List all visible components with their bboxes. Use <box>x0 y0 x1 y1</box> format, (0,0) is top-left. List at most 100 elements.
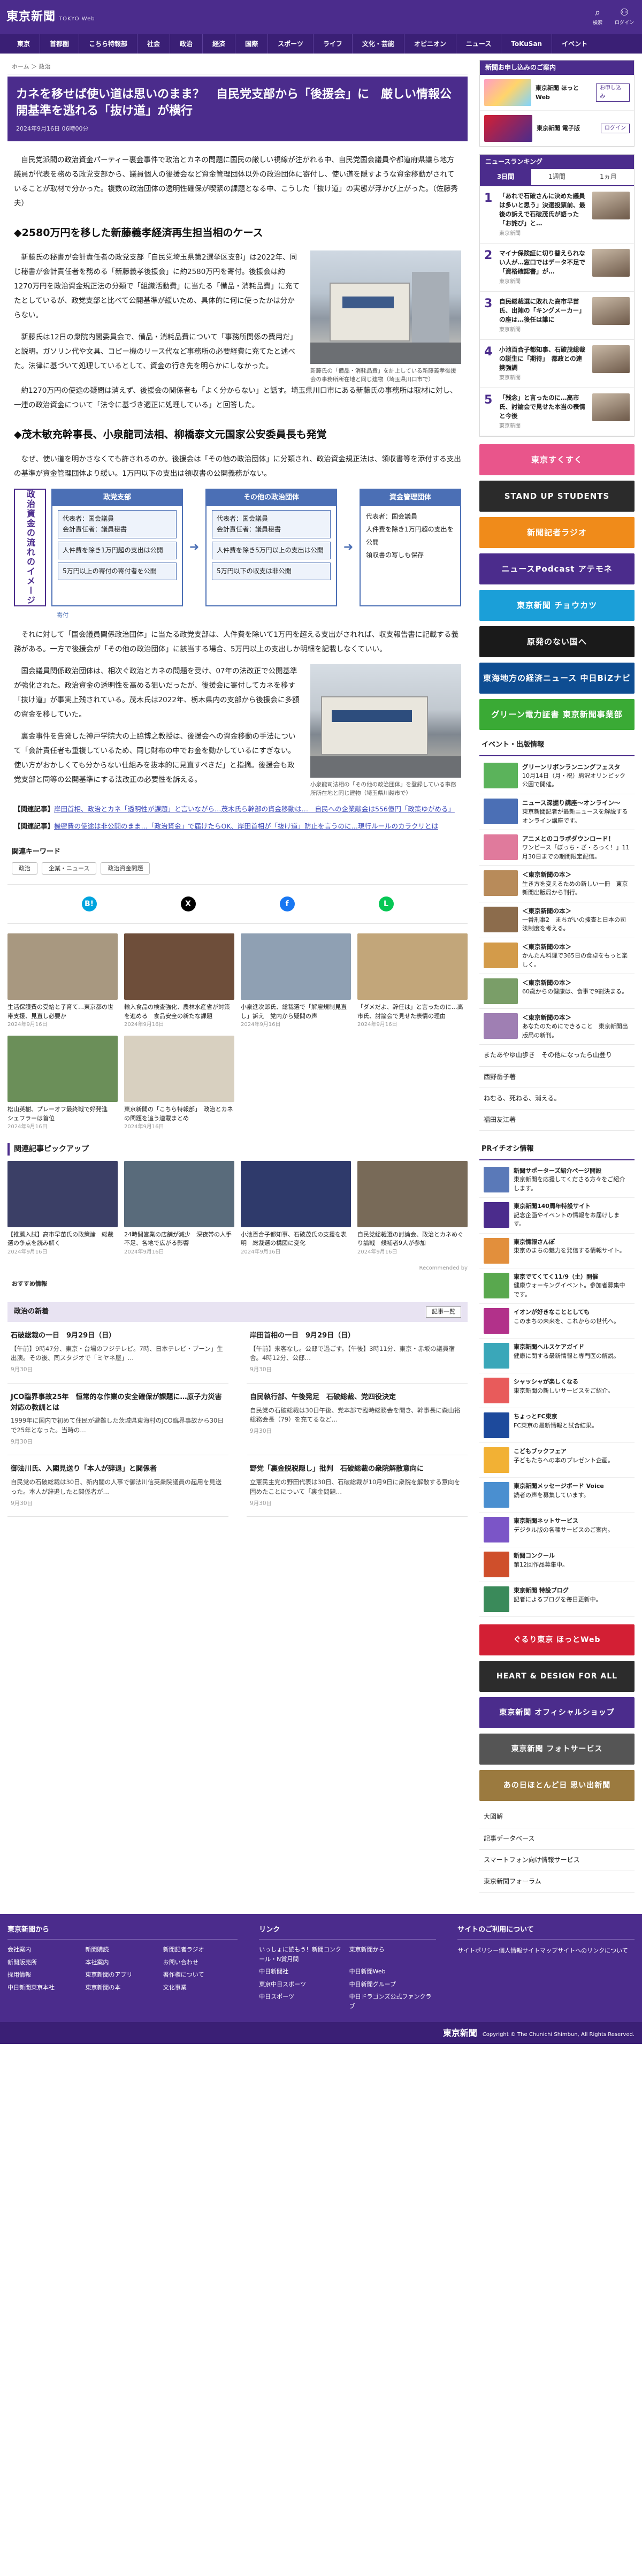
news-headline[interactable]: 自民執行部、午後発足 石破総裁、党四役決定 <box>250 1392 464 1403</box>
news-item[interactable]: 自民執行部、午後発足 石破総裁、党四役決定 自民党の石破総裁は30日午後、党本部で… <box>247 1384 468 1456</box>
rank-title[interactable]: マイナ保険証に切り替えられない人が…窓口ではデータ不足で「資格確認書」が… 東京新… <box>499 249 588 286</box>
facebook-share-icon[interactable]: f <box>279 896 295 912</box>
pr-item[interactable]: 東京新聞 特設ブログ 記者によるブログを毎日更新中。 <box>479 1582 635 1617</box>
footer-link[interactable]: 東京新聞の本 <box>85 1983 159 1993</box>
nav-item[interactable]: イベント <box>552 34 597 54</box>
ranking-item[interactable]: 2 マイナ保険証に切り替えられない人が…窓口ではデータ不足で「資格確認書」が… 東京… <box>480 244 634 292</box>
news-card[interactable]: 松山英樹、プレーオフ最終戦で好発進 シェフラーは首位 2024年9月16日 <box>7 1036 118 1131</box>
pr-item[interactable]: 東京新聞140周年特設サイト 記念企画やイベントの情報をお届けします。 <box>479 1198 635 1234</box>
nav-item[interactable]: 首都圏 <box>40 34 80 54</box>
sidebar-banner[interactable]: 東京新聞 チョウカツ <box>479 589 635 621</box>
event-title[interactable]: アニメとのコラボダウンロード！ <box>522 834 630 844</box>
event-title[interactable]: ＜東京新聞の本＞ <box>522 943 630 952</box>
news-headline[interactable]: JCO臨界事故25年 恒常的な作業の安全確保が課題に…原子力災害対応の教訓とは <box>11 1392 225 1413</box>
event-title[interactable]: ＜東京新聞の本＞ <box>522 978 628 987</box>
news-card[interactable]: 小泉進次郎氏、総裁選で「解雇規制見直し」訴え 党内から疑問の声 2024年9月16… <box>241 933 351 1029</box>
sidebar-banner[interactable]: 東京すくすく <box>479 444 635 475</box>
rank-title[interactable]: 「あれで石破さんに決めた議員は多いと思う」決選投票前、最後の訴えで石破茂氏が語っ… <box>499 192 588 238</box>
news-card[interactable]: 生活保護費の受給と子育て…東京都の世帯支援、見直し必要か 2024年9月16日 <box>7 933 118 1029</box>
pr-item[interactable]: 東京新聞ヘルスケアガイド 健康に関する最新情報と専門医の解説。 <box>479 1339 635 1374</box>
sidebar-banner[interactable]: グリーン電力証書 東京新聞事業部 <box>479 698 635 730</box>
login-button[interactable]: ログイン <box>601 124 630 134</box>
news-card[interactable]: 24時間営業の店舗が減少 深夜帯の人手不足、各地で広がる影響 2024年9月16日 <box>124 1160 234 1257</box>
footer-link[interactable]: 会社案内 <box>7 1945 82 1955</box>
news-card[interactable]: 自民党総裁選の討論会、政治とカネめぐり論戦 候補者9人が参加 2024年9月16日 <box>357 1160 468 1257</box>
footer-link[interactable]: いっしょに読もう！新聞コンクール・N賞月間 <box>259 1945 346 1964</box>
pr-item[interactable]: 新聞サポーターズ紹介ページ開設 東京新聞を応援してくださる方々をご紹介します。 <box>479 1162 635 1198</box>
related-article-link[interactable]: 機密費の使途は非公開のまま…「政治資金」で届けたらOK、岸田首相が「抜け道」防止… <box>54 822 438 830</box>
event-item[interactable]: ＜東京新聞の本＞ 60歳からの健康は、食事で9割決まる。 <box>479 974 635 1009</box>
x-share-icon[interactable]: X <box>180 896 196 912</box>
nav-item[interactable]: 政治 <box>170 34 203 54</box>
promo-banner[interactable]: HEART & DESIGN FOR ALL <box>479 1661 635 1692</box>
ranking-item[interactable]: 4 小池百合子都知事、石破茂総裁の誕生に「期待」 都政との連携強調 東京新聞 <box>480 340 634 388</box>
footer-link[interactable]: サイトへのリンクについて <box>557 1947 628 1954</box>
news-card[interactable]: 「ダメだよ、辞任は」と言ったのに…高市氏、討論会で見せた表情の理由 2024年9月… <box>357 933 468 1029</box>
event-item[interactable]: ＜東京新聞の本＞ あなたのためにできること 東京新聞出版局の新刊。 <box>479 1009 635 1045</box>
news-item[interactable]: JCO臨界事故25年 恒常的な作業の安全確保が課題に…原子力災害対応の教訓とは 1… <box>7 1384 228 1456</box>
footer-link[interactable]: 中日新聞東京本社 <box>7 1983 82 1993</box>
pr-title[interactable]: 新聞コンクール <box>514 1552 568 1561</box>
pr-title[interactable]: こどもブックフェア <box>514 1447 614 1456</box>
pr-title[interactable]: ちょっとFC東京 <box>514 1412 598 1422</box>
news-headline[interactable]: 石破総裁の一日 9月29日（日） <box>11 1331 225 1341</box>
keyword-tag[interactable]: 政治資金問題 <box>101 862 150 875</box>
nav-item[interactable]: オピニオン <box>404 34 456 54</box>
event-title[interactable]: ニュース深掘り講座〜オンライン〜 <box>522 799 630 808</box>
news-card[interactable]: 東京新聞の「こちら特報部」 政治とカネの問題を追う連載まとめ 2024年9月16日 <box>124 1036 234 1131</box>
promo-banner[interactable]: 東京新聞 フォトサービス <box>479 1734 635 1765</box>
footer-link[interactable]: 文化事業 <box>163 1983 238 1993</box>
news-headline[interactable]: 野党「裏金脱税隠し」批判 石破総裁の衆院解散意向に <box>250 1464 464 1475</box>
news-card[interactable]: 【推薦入試】高市早苗氏の政策論 総裁選の争点を読み解く 2024年9月16日 <box>7 1160 118 1257</box>
footer-link[interactable]: 東京中日スポーツ <box>259 1980 346 1989</box>
pr-item[interactable]: 東京情報さんぽ 東京のまちの魅力を発信する情報サイト。 <box>479 1234 635 1268</box>
footer-link[interactable]: 中日ドラゴンズ公式ファンクラブ <box>349 1992 436 2011</box>
event-title[interactable]: ＜東京新聞の本＞ <box>522 870 630 879</box>
news-item[interactable]: 岸田首相の一日 9月29日（日） 【午前】来客なし。公邸で過ごす。【午後】3時11… <box>247 1322 468 1384</box>
tab-3days[interactable]: 3日間 <box>480 169 531 185</box>
nav-item[interactable]: ToKuSan <box>501 34 553 54</box>
event-item[interactable]: ニュース深掘り講座〜オンライン〜 東京新聞記者が最新ニュースを解説するオンライン講… <box>479 794 635 831</box>
login-icon[interactable]: ⚇ ログイン <box>614 6 635 28</box>
pr-title[interactable]: 東京新聞140周年特設サイト <box>514 1202 630 1211</box>
nav-item[interactable]: ニュース <box>456 34 502 54</box>
related-article-link[interactable]: 岸田首相、政治とカネ「透明性が課題」と言いながら…茂木氏ら幹部の資金移動は… 自… <box>54 805 455 813</box>
nav-item[interactable]: ライフ <box>314 34 353 54</box>
subscribe-button[interactable]: お申し込み <box>596 83 630 102</box>
pr-title[interactable]: 東京新聞ネットサービス <box>514 1517 614 1526</box>
accordion-item[interactable]: またあやゆ山歩き その他になったら山登り <box>479 1045 635 1067</box>
nav-item[interactable]: 社会 <box>137 34 171 54</box>
rank-title[interactable]: 小池百合子都知事、石破茂総裁の誕生に「期待」 都政との連携強調 東京新聞 <box>499 345 588 382</box>
event-title[interactable]: ＜東京新聞の本＞ <box>522 1013 630 1022</box>
nav-item[interactable]: スポーツ <box>268 34 314 54</box>
news-card[interactable]: 小池百合子都知事、石破茂氏の支援を表明 総裁選の構図に変化 2024年9月16日 <box>241 1160 351 1257</box>
event-item[interactable]: ＜東京新聞の本＞ 一番刑事2 まちがいの捜査と日本の司法制度を考える。 <box>479 902 635 938</box>
nav-item[interactable]: 経済 <box>203 34 236 54</box>
promo-banner[interactable]: ぐるり東京 ほっとWeb <box>479 1624 635 1656</box>
news-headline[interactable]: 御法川氏、入閣見送り「本人が辞退」と関係者 <box>11 1464 225 1475</box>
breadcrumb[interactable]: ホーム ＞ 政治 <box>7 60 468 74</box>
more-button[interactable]: 記事一覧 <box>426 1306 461 1318</box>
ranking-item[interactable]: 1 「あれで石破さんに決めた議員は多いと思う」決選投票前、最後の訴えで石破茂氏が語… <box>480 186 634 244</box>
event-title[interactable]: ＜東京新聞の本＞ <box>522 907 630 916</box>
promo-item[interactable]: 東京新聞 電子版 ログイン <box>480 110 634 146</box>
pr-item[interactable]: シャッシャが楽しくなる 東京新聞の新しいサービスをご紹介。 <box>479 1373 635 1409</box>
hatena-share-icon[interactable]: B! <box>81 896 97 912</box>
pr-title[interactable]: 東京新聞ヘルスケアガイド <box>514 1343 620 1352</box>
event-item[interactable]: アニメとのコラボダウンロード！ ワンピース「ぼっち・ざ・ろっく！」11月30日まで… <box>479 830 635 867</box>
footer-link[interactable]: 東京新聞から <box>349 1945 436 1964</box>
tab-1week[interactable]: 1週間 <box>531 169 583 185</box>
line-share-icon[interactable]: L <box>378 896 394 912</box>
article-photo-2[interactable]: 小泉龍司法相の「その他の政治団体」を登録している事務所所在地と同じ建物（埼玉県川… <box>310 664 461 798</box>
ranking-item[interactable]: 5 「残念」と言ったのに…高市氏、討論会で見せた本当の表情と今後 東京新聞 <box>480 388 634 436</box>
footer-link[interactable]: サイトポリシー <box>457 1947 499 1954</box>
footer-link[interactable]: 新聞記者ラジオ <box>163 1945 238 1955</box>
article-photo-1[interactable]: 新藤氏の「備品・消耗品費」を計上している新藤義孝後援会の事務所所在地と同じ建物（… <box>310 250 461 384</box>
news-item[interactable]: 石破総裁の一日 9月29日（日） 【午前】9時47分、東京・台場のフジテレビ。7時… <box>7 1322 228 1384</box>
nav-item[interactable]: 東京 <box>7 34 41 54</box>
pr-item[interactable]: 新聞コンクール 第12回作品募集中。 <box>479 1547 635 1583</box>
tab-1month[interactable]: 1ヵ月 <box>583 169 634 185</box>
nav-item[interactable]: 文化・芸能 <box>353 34 404 54</box>
accordion-item[interactable]: 福田友江著 <box>479 1110 635 1131</box>
sidebar-banner[interactable]: 原発のない国へ <box>479 626 635 657</box>
